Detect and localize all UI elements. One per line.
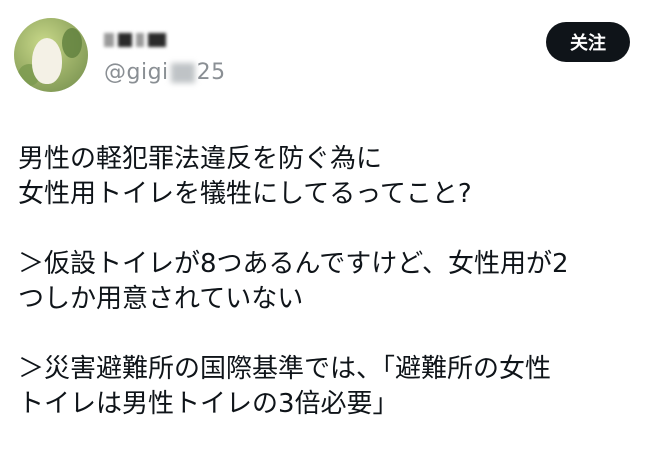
- avatar-leaf-shape: [62, 28, 82, 58]
- handle-redaction: [170, 62, 195, 83]
- avatar[interactable]: [14, 18, 88, 92]
- tweet-body: 男性の軽犯罪法違反を防ぐ為に 女性用トイレを犠牲にしてるってこと? ＞仮設トイレ…: [18, 142, 640, 422]
- display-name-redacted[interactable]: [104, 30, 166, 50]
- tweet-line: 男性の軽犯罪法違反を防ぐ為に: [18, 144, 383, 174]
- bird-avatar-icon: [32, 38, 62, 84]
- redaction-block: [148, 33, 166, 47]
- redaction-block: [118, 33, 132, 47]
- user-handle[interactable]: @gigi 25: [104, 60, 226, 85]
- handle-suffix: 25: [196, 60, 226, 85]
- tweet-line: つしか用意されていない: [18, 284, 304, 314]
- redaction-block: [136, 33, 144, 47]
- tweet-line: ＞災害避難所の国際基準では、「避難所の女性: [18, 354, 552, 384]
- redaction-block: [104, 33, 114, 47]
- tweet-line: ＞仮設トイレが8つあるんですけど、女性用が2: [18, 249, 569, 279]
- tweet-line: トイレは男性トイレの3倍必要」: [18, 389, 399, 419]
- follow-button[interactable]: 关注: [546, 22, 630, 62]
- handle-prefix: @gigi: [104, 60, 169, 85]
- tweet-line: 女性用トイレを犠牲にしてるってこと?: [18, 179, 472, 209]
